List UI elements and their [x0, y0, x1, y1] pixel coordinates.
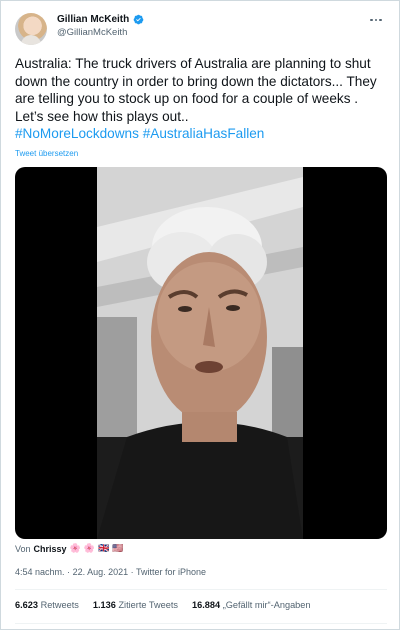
- tweet-source[interactable]: Twitter for iPhone: [136, 567, 206, 577]
- likes-count: 16.884: [192, 600, 221, 610]
- translate-link[interactable]: Tweet übersetzen: [15, 149, 78, 158]
- hashtag-link[interactable]: #NoMoreLockdowns: [15, 126, 139, 141]
- tweet-body: Australia: The truck drivers of Australi…: [15, 56, 377, 124]
- author-names: Gillian McKeith @GillianMcKeith: [57, 14, 144, 38]
- engagement-stats: 6.623 Retweets 1.136 Zitierte Tweets 16.…: [15, 600, 311, 610]
- us-flag-emoji: 🇺🇸: [112, 543, 124, 553]
- retweets-label: Retweets: [40, 600, 79, 610]
- flower-emoji: 🌸: [83, 543, 95, 553]
- retweets-count: 6.623: [15, 600, 38, 610]
- quote-tweets-stat[interactable]: 1.136 Zitierte Tweets: [93, 600, 178, 610]
- meta-separator: ·: [130, 567, 134, 577]
- tweet-text: Australia: The truck drivers of Australi…: [15, 55, 387, 143]
- byline-prefix: Von: [15, 543, 31, 554]
- tweet-header: Gillian McKeith @GillianMcKeith: [15, 13, 387, 47]
- byline-author[interactable]: Chrissy: [34, 544, 67, 554]
- media-attribution: Von Chrissy 🌸 🌸 🇬🇧 🇺🇸: [15, 543, 123, 554]
- quote-tweets-label: Zitierte Tweets: [118, 600, 179, 610]
- divider: [15, 589, 387, 590]
- likes-label: „Gefällt mir“-Angaben: [222, 600, 311, 610]
- divider: [15, 623, 387, 624]
- author-handle[interactable]: @GillianMcKeith: [57, 27, 144, 38]
- tweet-card: Gillian McKeith @GillianMcKeith Australi…: [0, 0, 400, 630]
- hashtag-link[interactable]: #AustraliaHasFallen: [143, 126, 265, 141]
- quote-tweets-count: 1.136: [92, 600, 116, 610]
- meta-separator: ·: [67, 567, 71, 577]
- video-thumbnail: [97, 167, 303, 539]
- hashtag-list: #NoMoreLockdowns #AustraliaHasFallen: [15, 125, 387, 143]
- avatar[interactable]: [15, 13, 47, 45]
- retweets-stat[interactable]: 6.623 Retweets: [15, 600, 79, 610]
- display-name-row: Gillian McKeith: [57, 14, 144, 25]
- uk-flag-emoji: 🇬🇧: [98, 543, 110, 553]
- tweet-date[interactable]: 22. Aug. 2021: [73, 567, 129, 577]
- likes-stat[interactable]: 16.884 „Gefällt mir“-Angaben: [192, 600, 311, 610]
- display-name[interactable]: Gillian McKeith: [57, 14, 129, 25]
- verified-badge-icon: [133, 14, 144, 25]
- more-dots-icon[interactable]: [367, 13, 385, 27]
- tweet-time[interactable]: 4:54 nachm.: [15, 567, 65, 577]
- flower-emoji: 🌸: [69, 543, 81, 553]
- tweet-meta: 4:54 nachm. · 22. Aug. 2021 · Twitter fo…: [15, 567, 206, 577]
- video-frame: [97, 167, 303, 539]
- video-player[interactable]: [15, 167, 387, 539]
